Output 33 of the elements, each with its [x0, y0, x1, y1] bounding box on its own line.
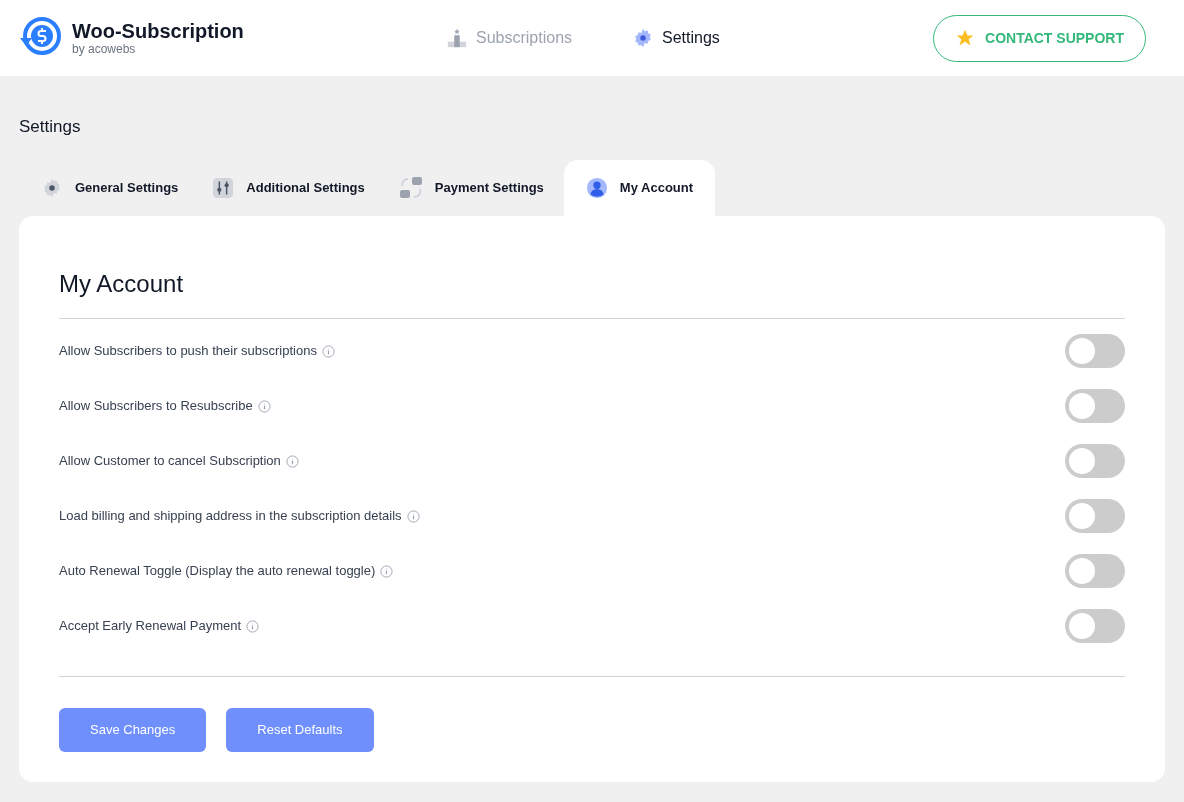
toggle-switch[interactable]	[1065, 389, 1125, 423]
podium-icon	[446, 27, 468, 49]
swap-icon	[398, 175, 423, 200]
star-icon	[955, 28, 975, 48]
toggle-switch[interactable]	[1065, 334, 1125, 368]
panel-title: My Account	[59, 265, 1125, 319]
user-icon	[585, 176, 608, 199]
sliders-icon	[212, 176, 235, 199]
option-label: Allow Customer to cancel Subscription	[59, 452, 281, 471]
toggle-switch[interactable]	[1065, 609, 1125, 643]
option-label: Accept Early Renewal Payment	[59, 617, 242, 636]
page-title: Settings	[19, 116, 82, 138]
option-label: Allow Subscribers to push their subscriptions	[59, 342, 317, 361]
info-icon	[285, 454, 299, 468]
toggle-switch[interactable]	[1065, 499, 1125, 533]
brand-name: Woo-Subscription	[72, 21, 244, 41]
option-label: Load billing and shipping address in the subscription details	[59, 507, 402, 526]
info-icon	[257, 399, 271, 413]
info-icon	[246, 619, 260, 633]
info-icon	[321, 344, 335, 358]
option-label: Allow Subscribers to Resubscribe	[59, 397, 253, 416]
settings-tab[interactable]: My Account	[563, 159, 716, 216]
toggle-switch[interactable]	[1065, 444, 1125, 478]
info-icon	[380, 564, 394, 578]
info-icon	[406, 509, 420, 523]
settings-tab[interactable]: Additional Settings	[198, 159, 379, 216]
option-label: Auto Renewal Toggle (Display the auto renewal toggle)	[59, 562, 376, 581]
settings-tab[interactable]: General Settings	[27, 159, 193, 216]
gear-icon	[41, 176, 63, 199]
brand-byline: by acowebs	[72, 43, 137, 55]
settings-tab[interactable]: Payment Settings	[384, 159, 558, 216]
nav-link[interactable]: Settings	[632, 26, 720, 50]
toggle-switch[interactable]	[1065, 554, 1125, 588]
